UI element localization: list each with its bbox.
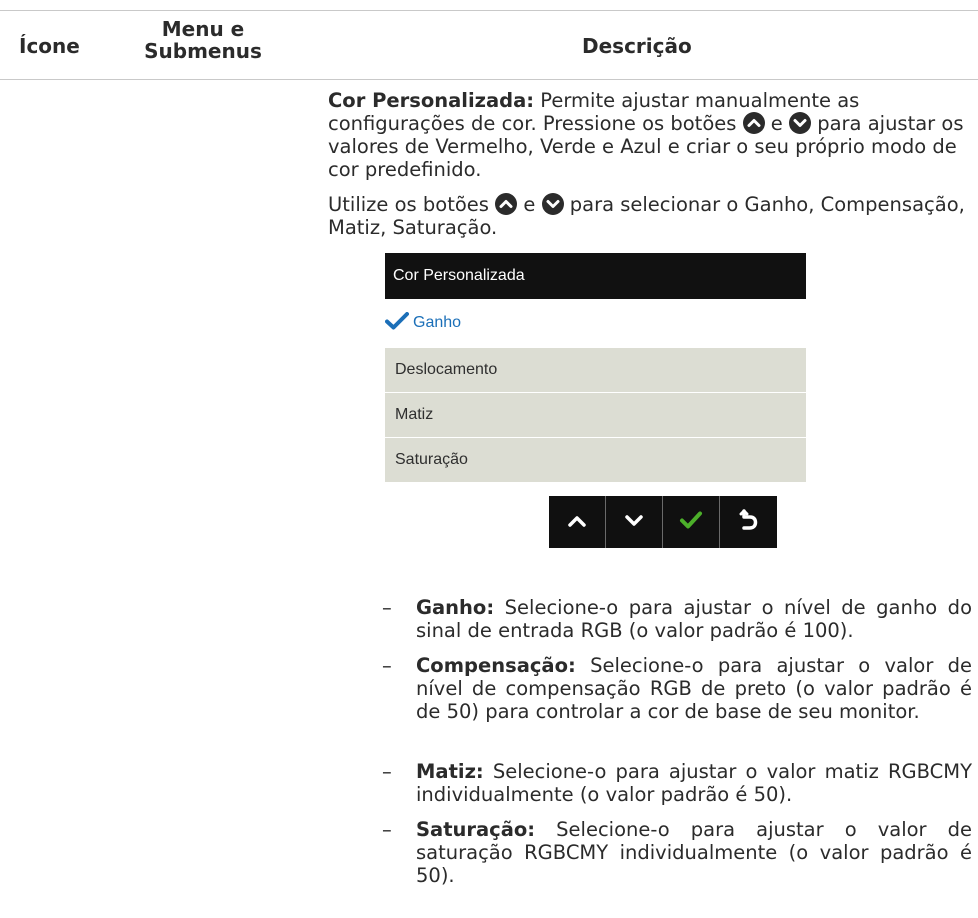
chevron-up-icon <box>567 513 587 532</box>
osd-menu-item-label: Matiz <box>395 406 434 423</box>
bullet-dash: – <box>382 818 392 841</box>
chevron-down-icon <box>789 112 812 134</box>
bullet-body: Selecione-o para ajustar o valor matiz R… <box>416 760 972 806</box>
bullet-matiz: – Matiz: Selecione-o para ajustar o valo… <box>382 760 972 806</box>
osd-menu-item-ganho[interactable]: Ganho <box>385 299 806 347</box>
column-header-icon: Ícone <box>19 34 80 58</box>
osd-menu-item-deslocamento[interactable]: Deslocamento <box>385 348 806 392</box>
custom-color-conjunction: e <box>764 112 790 135</box>
osd-menu-item-label: Ganho <box>413 314 462 331</box>
bullet-text: Matiz: Selecione-o para ajustar o valor … <box>416 760 972 806</box>
down-button[interactable] <box>606 496 663 548</box>
bullet-label: Matiz: <box>416 760 484 783</box>
back-button[interactable] <box>720 496 777 548</box>
custom-color-label: Cor Personalizada: <box>328 89 535 112</box>
bullet-dash: – <box>382 760 392 783</box>
bullet-label: Saturação: <box>416 818 536 841</box>
osd-button-bar <box>549 496 777 548</box>
bullet-label: Ganho: <box>416 596 495 619</box>
confirm-button[interactable] <box>663 496 720 548</box>
bullet-saturacao: – Saturação: Selecione-o para ajustar o … <box>382 818 972 887</box>
table-top-rule <box>0 10 978 11</box>
bullet-compensacao: – Compensação: Selecione-o para ajustar … <box>382 654 972 723</box>
osd-menu-item-label: Saturação <box>395 451 468 468</box>
chevron-up-icon <box>495 193 518 215</box>
column-header-description: Descrição <box>582 34 692 58</box>
bullet-text: Compensação: Selecione-o para ajustar o … <box>416 654 972 723</box>
check-icon <box>385 302 409 330</box>
custom-color-paragraph: Cor Personalizada: Permite ajustar manua… <box>328 89 968 181</box>
up-button[interactable] <box>549 496 606 548</box>
bullet-text: Ganho: Selecione-o para ajustar o nível … <box>416 596 972 642</box>
osd-menu-item-matiz[interactable]: Matiz <box>385 393 806 437</box>
bullet-label: Compensação: <box>416 654 576 677</box>
back-icon <box>739 509 759 535</box>
osd-menu-item-saturacao[interactable]: Saturação <box>385 438 806 482</box>
column-header-menu-line2: Submenus <box>144 39 262 63</box>
column-header-menu-line1: Menu e <box>161 17 245 41</box>
check-icon <box>679 510 703 534</box>
osd-menu-title: Cor Personalizada <box>385 253 806 299</box>
select-buttons-text-1: Utilize os botões <box>328 193 496 216</box>
select-buttons-conjunction: e <box>517 193 542 216</box>
osd-menu-item-label: Deslocamento <box>395 361 498 378</box>
select-buttons-paragraph: Utilize os botões e para selecionar o Ga… <box>328 193 968 239</box>
chevron-up-icon <box>742 112 765 134</box>
chevron-down-icon <box>624 513 644 532</box>
bullet-text: Saturação: Selecione-o para ajustar o va… <box>416 818 972 887</box>
bullet-ganho: – Ganho: Selecione-o para ajustar o níve… <box>382 596 972 642</box>
bullet-dash: – <box>382 596 392 619</box>
table-header-rule <box>0 79 978 80</box>
bullet-body: Selecione-o para ajustar o nível de ganh… <box>416 596 972 642</box>
bullet-dash: – <box>382 654 392 677</box>
column-header-menu: Menu e Submenus <box>138 18 268 62</box>
osd-custom-color-menu: Cor Personalizada Ganho Deslocamento Mat… <box>385 253 806 482</box>
chevron-down-icon <box>541 193 564 215</box>
